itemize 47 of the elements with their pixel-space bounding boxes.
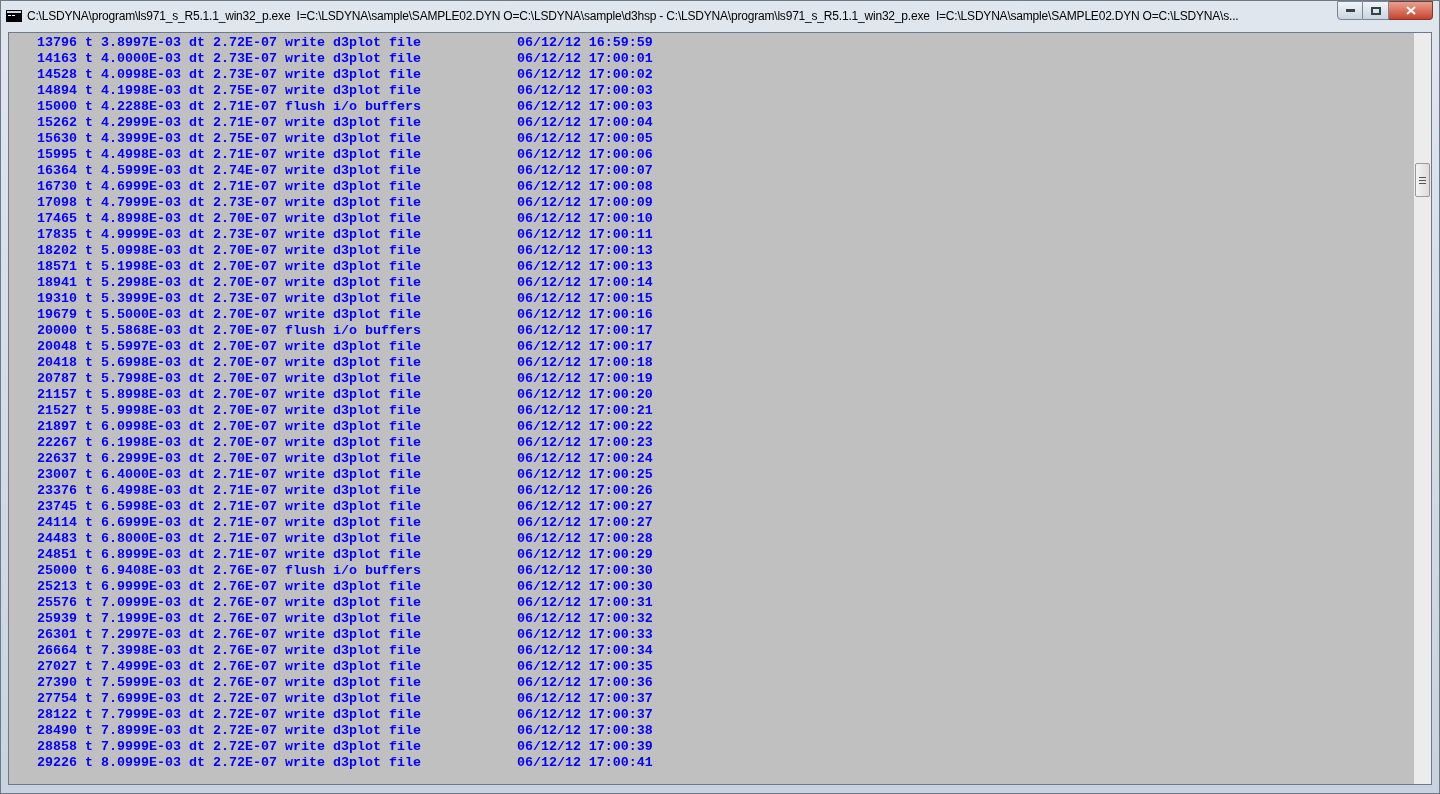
console-line: 27754 t 7.6999E-03 dt 2.72E-07 write d3plot file 06/12/12 17:00:37	[37, 691, 653, 707]
console-line: 28858 t 7.9999E-03 dt 2.72E-07 write d3plot file 06/12/12 17:00:39	[37, 739, 653, 755]
console-line: 24114 t 6.6999E-03 dt 2.71E-07 write d3plot file 06/12/12 17:00:27	[37, 515, 653, 531]
console-line: 28490 t 7.8999E-03 dt 2.72E-07 write d3plot file 06/12/12 17:00:38	[37, 723, 653, 739]
console-line: 20787 t 5.7998E-03 dt 2.70E-07 write d3plot file 06/12/12 17:00:19	[37, 371, 653, 387]
console-line: 19679 t 5.5000E-03 dt 2.70E-07 write d3plot file 06/12/12 17:00:16	[37, 307, 653, 323]
console-line: 16364 t 4.5999E-03 dt 2.74E-07 write d3plot file 06/12/12 17:00:07	[37, 163, 653, 179]
console-line: 24483 t 6.8000E-03 dt 2.71E-07 write d3plot file 06/12/12 17:00:28	[37, 531, 653, 547]
console-line: 25213 t 6.9999E-03 dt 2.76E-07 write d3plot file 06/12/12 17:00:30	[37, 579, 653, 595]
console-line: 25576 t 7.0999E-03 dt 2.76E-07 write d3plot file 06/12/12 17:00:31	[37, 595, 653, 611]
console-line: 24851 t 6.8999E-03 dt 2.71E-07 write d3plot file 06/12/12 17:00:29	[37, 547, 653, 563]
console-line: 23007 t 6.4000E-03 dt 2.71E-07 write d3plot file 06/12/12 17:00:25	[37, 467, 653, 483]
console-line: 21527 t 5.9998E-03 dt 2.70E-07 write d3plot file 06/12/12 17:00:21	[37, 403, 653, 419]
console-line: 18571 t 5.1998E-03 dt 2.70E-07 write d3plot file 06/12/12 17:00:13	[37, 259, 653, 275]
console-line: 13796 t 3.8997E-03 dt 2.72E-07 write d3plot file 06/12/12 16:59:59	[37, 35, 653, 51]
console-line: 16730 t 4.6999E-03 dt 2.71E-07 write d3plot file 06/12/12 17:00:08	[37, 179, 653, 195]
console-line: 25000 t 6.9408E-03 dt 2.76E-07 flush i/o buffers 06/12/12 17:00:30	[37, 563, 653, 579]
console-line: 15262 t 4.2999E-03 dt 2.71E-07 write d3plot file 06/12/12 17:00:04	[37, 115, 653, 131]
console-line: 27390 t 7.5999E-03 dt 2.76E-07 write d3plot file 06/12/12 17:00:36	[37, 675, 653, 691]
console-line: 29226 t 8.0999E-03 dt 2.72E-07 write d3plot file 06/12/12 17:00:41	[37, 755, 653, 771]
console-line: 23745 t 6.5998E-03 dt 2.71E-07 write d3plot file 06/12/12 17:00:27	[37, 499, 653, 515]
console-line: 21897 t 6.0998E-03 dt 2.70E-07 write d3plot file 06/12/12 17:00:22	[37, 419, 653, 435]
console-line: 23376 t 6.4998E-03 dt 2.71E-07 write d3plot file 06/12/12 17:00:26	[37, 483, 653, 499]
console-line: 14163 t 4.0000E-03 dt 2.73E-07 write d3plot file 06/12/12 17:00:01	[37, 51, 653, 67]
console-line: 20000 t 5.5868E-03 dt 2.70E-07 flush i/o buffers 06/12/12 17:00:17	[37, 323, 653, 339]
console-line: 20418 t 5.6998E-03 dt 2.70E-07 write d3plot file 06/12/12 17:00:18	[37, 355, 653, 371]
console-line: 22637 t 6.2999E-03 dt 2.70E-07 write d3plot file 06/12/12 17:00:24	[37, 451, 653, 467]
console-line: 26301 t 7.2997E-03 dt 2.76E-07 write d3plot file 06/12/12 17:00:33	[37, 627, 653, 643]
console-line: 26664 t 7.3998E-03 dt 2.76E-07 write d3plot file 06/12/12 17:00:34	[37, 643, 653, 659]
window-title: C:\LSDYNA\program\ls971_s_R5.1.1_win32_p.exe I=C:\LSDYNA\sample\SAMPLE02.DYN O=C:\LSDYNA\sample\d3hsp - C:\LSDYNA\program\ls971_s_R5.1.1_win32_p.exe I=C:\LSDYNA\sample\SAMPLE02.DYN O=C:\LSDYNA\s...	[27, 8, 1239, 25]
console-line: 18202 t 5.0998E-03 dt 2.70E-07 write d3plot file 06/12/12 17:00:13	[37, 243, 653, 259]
console-line: 28122 t 7.7999E-03 dt 2.72E-07 write d3plot file 06/12/12 17:00:37	[37, 707, 653, 723]
console-line: 20048 t 5.5997E-03 dt 2.70E-07 write d3plot file 06/12/12 17:00:17	[37, 339, 653, 355]
console-line: 15995 t 4.4998E-03 dt 2.71E-07 write d3plot file 06/12/12 17:00:06	[37, 147, 653, 163]
console-line: 27027 t 7.4999E-03 dt 2.76E-07 write d3plot file 06/12/12 17:00:35	[37, 659, 653, 675]
console-line: 19310 t 5.3999E-03 dt 2.73E-07 write d3plot file 06/12/12 17:00:15	[37, 291, 653, 307]
console-line: 22267 t 6.1998E-03 dt 2.70E-07 write d3plot file 06/12/12 17:00:23	[37, 435, 653, 451]
console-line: 18941 t 5.2998E-03 dt 2.70E-07 write d3plot file 06/12/12 17:00:14	[37, 275, 653, 291]
console-line: 14528 t 4.0998E-03 dt 2.73E-07 write d3plot file 06/12/12 17:00:02	[37, 67, 653, 83]
console-line: 25939 t 7.1999E-03 dt 2.76E-07 write d3plot file 06/12/12 17:00:32	[37, 611, 653, 627]
console-line: 17098 t 4.7999E-03 dt 2.73E-07 write d3plot file 06/12/12 17:00:09	[37, 195, 653, 211]
console-line: 14894 t 4.1998E-03 dt 2.75E-07 write d3plot file 06/12/12 17:00:03	[37, 83, 653, 99]
console-line: 17465 t 4.8998E-03 dt 2.70E-07 write d3plot file 06/12/12 17:00:10	[37, 211, 653, 227]
console-line: 17835 t 4.9999E-03 dt 2.73E-07 write d3plot file 06/12/12 17:00:11	[37, 227, 653, 243]
console-line: 15630 t 4.3999E-03 dt 2.75E-07 write d3plot file 06/12/12 17:00:05	[37, 131, 653, 147]
console-line: 21157 t 5.8998E-03 dt 2.70E-07 write d3plot file 06/12/12 17:00:20	[37, 387, 653, 403]
console-line: 15000 t 4.2288E-03 dt 2.71E-07 flush i/o buffers 06/12/12 17:00:03	[37, 99, 653, 115]
